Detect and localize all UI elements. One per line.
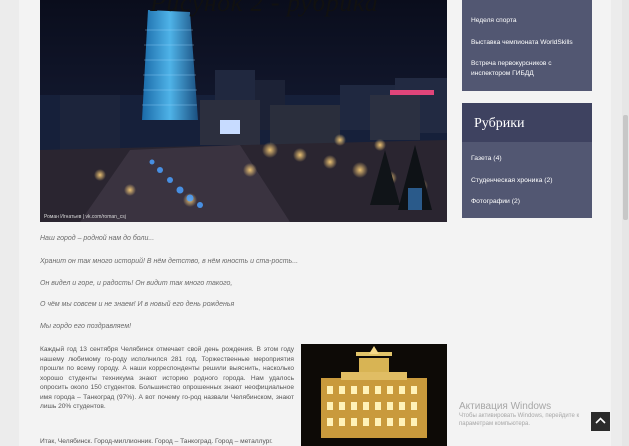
- rubric-link-student-chronicle[interactable]: Студенческая хроника (2): [471, 177, 553, 184]
- arrow-up-icon: [595, 417, 606, 424]
- hero-image: Роман Игнатьев | vk.com/roman_csj: [40, 0, 447, 222]
- article-paragraph: Итак, Челябинск. Город-миллионник. Город…: [40, 438, 273, 445]
- watermark-title: Активация Windows: [459, 401, 552, 412]
- figure-caption: Рисунок 2 - рубрика: [150, 0, 379, 17]
- back-to-top-button[interactable]: [591, 412, 610, 431]
- scrollbar-thumb[interactable]: [623, 115, 628, 220]
- sidebar-link-meeting[interactable]: Встреча первокурсников с: [471, 59, 552, 68]
- article-paragraph: Каждый год 13 сентября Челябинск отмечае…: [40, 346, 294, 410]
- night-city-illustration: Роман Игнатьев | vk.com/roman_csj: [40, 0, 447, 222]
- sidebar-link-worldskills[interactable]: Выставка чемпионата WorldSkills: [471, 38, 573, 47]
- article-image: [301, 344, 447, 446]
- rubrics-widget: Рубрики Газета (4) Студенческая хроника …: [462, 103, 592, 218]
- sidebar-link-meeting-cont[interactable]: инспектором ГИБДД: [471, 69, 534, 78]
- rubric-link-newspaper[interactable]: Газета (4): [471, 155, 502, 162]
- poem-line: Наш город – родной нам до боли...: [40, 235, 155, 242]
- sidebar-recent-posts: Неделя спорта Выставка чемпионата WorldS…: [462, 0, 592, 91]
- watermark-line: параметрам компьютера.: [459, 421, 530, 427]
- poem-line: Мы гордо его поздравляем!: [40, 323, 132, 330]
- rubric-link-photos[interactable]: Фотографии (2): [471, 198, 520, 205]
- sidebar-link-sport-week[interactable]: Неделя спорта: [471, 16, 517, 25]
- page-scrollbar[interactable]: [622, 0, 629, 446]
- watermark-line: Чтобы активировать Windows, перейдите к: [459, 413, 580, 419]
- rubrics-header: Рубрики: [462, 103, 592, 142]
- windows-activation-watermark: Активация Windows Чтобы активировать Win…: [459, 401, 609, 428]
- rubrics-title: Рубрики: [474, 116, 525, 131]
- poem-line: Хранит он так много историй! В нём детст…: [40, 258, 299, 265]
- poem-line: О чём мы совсем и не знаем! И в новый ег…: [40, 301, 235, 308]
- hero-credit: Роман Игнатьев | vk.com/roman_csj: [44, 214, 126, 220]
- building-illustration: [301, 344, 447, 446]
- poem-line: Он видел и горе, и радость! Он видит так…: [40, 280, 233, 287]
